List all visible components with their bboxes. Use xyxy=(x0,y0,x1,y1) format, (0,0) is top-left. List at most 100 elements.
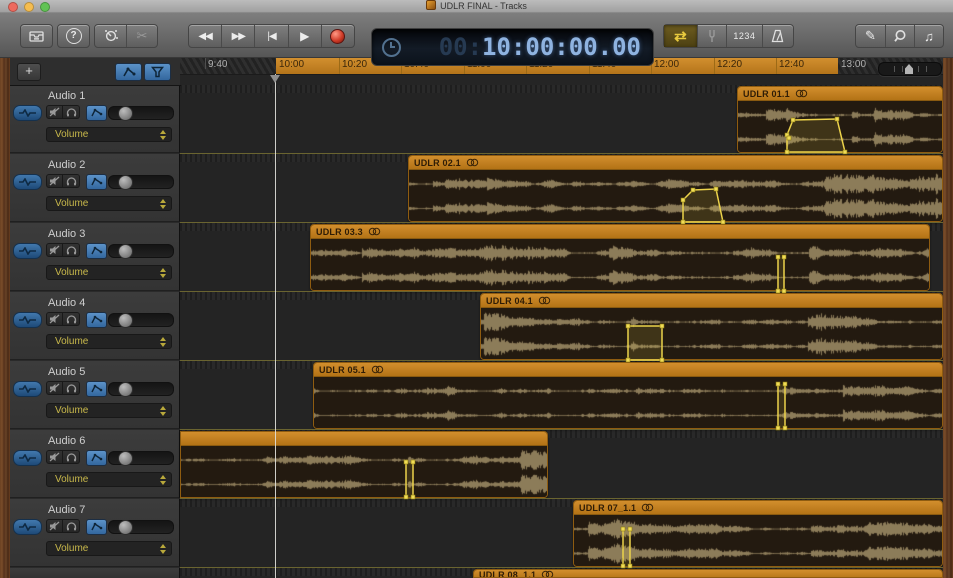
tick-line xyxy=(205,57,206,69)
audio-region[interactable]: UDLR 03.3 xyxy=(310,224,930,291)
region-name: UDLR 07_1.1 xyxy=(579,503,636,513)
regions-layer: UDLR 01.1 UDLR 02.1 UDLR 03.3 UDLR 04.1 … xyxy=(0,85,953,578)
stereo-icon xyxy=(466,158,479,167)
audio-region[interactable]: UDLR 07_1.1 xyxy=(573,500,943,567)
notepad-icon: ✎ xyxy=(865,28,876,44)
ruler-tick-label: 12:00 xyxy=(654,59,679,70)
tuner-button[interactable] xyxy=(698,25,727,47)
lane-separator xyxy=(180,291,943,292)
ruler-tick-label: 9:40 xyxy=(208,59,227,70)
ruler-tick-label: 12:40 xyxy=(779,59,804,70)
ruler-tick-label: 10:00 xyxy=(279,59,304,70)
stereo-icon xyxy=(368,227,381,236)
lane-separator xyxy=(180,567,943,568)
stereo-icon xyxy=(371,365,384,374)
funnel-icon xyxy=(151,66,164,78)
playhead-marker[interactable] xyxy=(270,75,280,83)
loop-icon xyxy=(893,29,907,43)
ruler-tick-label: 13:00 xyxy=(841,59,866,70)
region-name: UDLR 08_1.1 xyxy=(479,570,536,578)
tick-line xyxy=(714,57,715,74)
automation-view-button[interactable] xyxy=(115,63,142,81)
count-in-button[interactable]: 1234 xyxy=(727,25,764,47)
region-header: UDLR 08_1.1 xyxy=(474,570,942,578)
loop-browser-button[interactable] xyxy=(886,25,915,47)
audio-region[interactable]: UDLR 01.1 xyxy=(737,86,943,153)
wood-border-right xyxy=(943,57,953,578)
audio-region[interactable] xyxy=(180,431,548,498)
stereo-icon xyxy=(541,570,554,578)
region-header xyxy=(181,432,547,446)
media-icon: ♫ xyxy=(924,29,934,44)
region-waveform xyxy=(314,377,942,429)
lane-separator xyxy=(180,429,943,430)
audio-region[interactable]: UDLR 05.1 xyxy=(313,362,943,429)
lane-separator xyxy=(180,498,943,499)
tick-line xyxy=(776,57,777,74)
automation-icon xyxy=(122,66,136,78)
view-toggle-group: ✂ xyxy=(94,24,158,48)
region-waveform xyxy=(574,515,942,567)
ruler-lower-strip xyxy=(180,74,943,85)
library-button[interactable] xyxy=(20,24,53,48)
audio-region[interactable]: UDLR 08_1.1 xyxy=(473,569,943,578)
region-name: UDLR 02.1 xyxy=(414,158,461,168)
tracks-area: Audio 1 Volume Audio 2 Volume Audio 3 xyxy=(0,85,953,578)
editors-button[interactable]: ✂ xyxy=(127,25,157,47)
audio-region[interactable]: UDLR 04.1 xyxy=(480,293,943,360)
tick-line xyxy=(339,57,340,74)
media-browser-button[interactable]: ♫ xyxy=(915,25,943,47)
metronome-icon xyxy=(771,29,785,43)
knob-icon xyxy=(104,29,118,43)
quick-help-button[interactable]: ? xyxy=(57,24,90,48)
go-to-beginning-button[interactable]: |◀ xyxy=(255,25,288,47)
region-name: UDLR 05.1 xyxy=(319,365,366,375)
app-icon xyxy=(426,0,436,10)
flex-time-button[interactable] xyxy=(144,63,171,81)
region-name: UDLR 01.1 xyxy=(743,89,790,99)
lcd-time: 00:10:00:00.00 xyxy=(401,33,653,61)
region-header: UDLR 02.1 xyxy=(409,156,942,170)
toolbar: ? ✂ ◀◀ ▶▶ |◀ ▶ 00:10:00:00.00 ⇄ xyxy=(0,13,953,58)
metronome-group: ⇄ 1234 xyxy=(663,24,794,48)
record-button[interactable] xyxy=(322,25,354,47)
clock-icon[interactable] xyxy=(382,38,401,57)
lcd-display[interactable]: 00:10:00:00.00 xyxy=(371,28,654,66)
smart-controls-button[interactable] xyxy=(95,25,127,47)
region-waveform xyxy=(409,170,942,222)
tuning-fork-icon xyxy=(707,29,717,43)
region-header: UDLR 07_1.1 xyxy=(574,501,942,515)
metronome-button[interactable] xyxy=(763,25,793,47)
help-icon: ? xyxy=(66,28,82,44)
horizontal-zoom-slider[interactable] xyxy=(878,62,942,76)
region-header: UDLR 01.1 xyxy=(738,87,942,101)
lane-separator xyxy=(180,222,943,223)
forward-button[interactable]: ▶▶ xyxy=(222,25,255,47)
lane-separator xyxy=(180,360,943,361)
ruler-tick-label: 10:20 xyxy=(342,59,367,70)
notepad-button[interactable]: ✎ xyxy=(856,25,886,47)
record-icon xyxy=(330,29,345,44)
cycle-button[interactable]: ⇄ xyxy=(664,25,698,47)
scissors-icon: ✂ xyxy=(137,28,148,44)
window-title: UDLR FINAL - Tracks xyxy=(0,0,953,12)
add-track-button[interactable]: + xyxy=(17,63,41,81)
window-titlebar[interactable]: UDLR FINAL - Tracks xyxy=(0,0,953,13)
drawer-icon xyxy=(29,30,44,42)
stereo-icon xyxy=(538,296,551,305)
play-button[interactable]: ▶ xyxy=(289,25,322,47)
rewind-button[interactable]: ◀◀ xyxy=(189,25,222,47)
region-name: UDLR 03.3 xyxy=(316,227,363,237)
wood-border-left xyxy=(0,57,10,578)
region-waveform xyxy=(481,308,942,360)
lane-separator xyxy=(180,153,943,154)
ruler-prehatch xyxy=(180,57,276,74)
audio-region[interactable]: UDLR 02.1 xyxy=(408,155,943,222)
region-header: UDLR 04.1 xyxy=(481,294,942,308)
region-name: UDLR 04.1 xyxy=(486,296,533,306)
region-header: UDLR 03.3 xyxy=(311,225,929,239)
playhead[interactable] xyxy=(275,74,276,578)
region-waveform xyxy=(738,101,942,153)
browser-group: ✎ ♫ xyxy=(855,24,944,48)
region-waveform xyxy=(181,446,547,498)
